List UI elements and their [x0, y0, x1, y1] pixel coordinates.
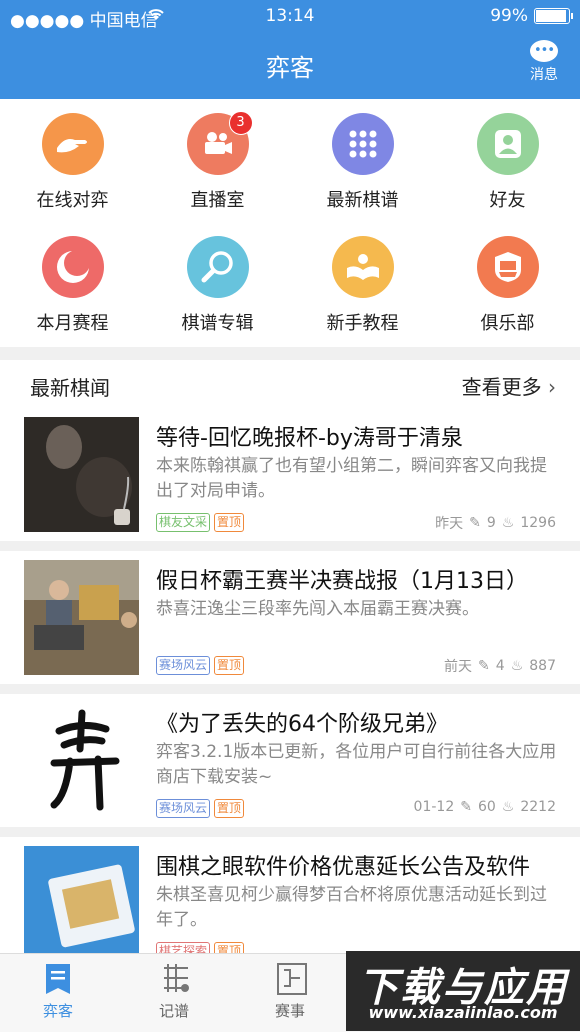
- pinned-tag: 置顶: [214, 513, 245, 532]
- messages-button[interactable]: 消息: [520, 40, 568, 84]
- tab-yike[interactable]: 弈客: [0, 954, 116, 1021]
- flame-icon: ♨: [501, 799, 515, 815]
- news-title: 假日杯霸王赛半决赛战报（1月13日）: [156, 569, 528, 594]
- watermark-url: www.xiazaiinlao.com: [368, 1003, 558, 1022]
- view-count: 1296: [520, 515, 556, 531]
- grid-label: 直播室: [190, 190, 245, 211]
- grid-item-live-room[interactable]: 3 直播室: [145, 111, 290, 212]
- news-title: 围棋之眼软件价格优惠延长公告及软件: [156, 855, 531, 880]
- grid-item-latest-records[interactable]: 最新棋谱: [290, 113, 435, 212]
- person-icon: [476, 113, 539, 175]
- news-meta: 前天 ✎ 4 ♨ 887: [444, 656, 556, 676]
- news-meta: 昨天 ✎ 9 ♨ 1296: [435, 513, 556, 533]
- watermark-logo: 下载与应用 www.xiazaiinlao.com: [346, 951, 580, 1031]
- moon-icon: [41, 236, 104, 298]
- news-summary: 恭喜汪逸尘三段率先闯入本届霸王赛决赛。: [156, 599, 479, 619]
- news-meta: 01-12 ✎ 60 ♨ 2212: [414, 799, 556, 815]
- pencil-icon: ✎: [469, 515, 481, 531]
- news-thumbnail-teapot: [24, 417, 139, 532]
- news-section-header: 最新棋闻 查看更多 ›: [0, 360, 580, 409]
- category-tag: 棋友文采: [156, 513, 211, 532]
- view-more-label: 查看更多: [461, 375, 542, 399]
- pinned-tag: 置顶: [214, 799, 245, 818]
- reading-book-icon: [331, 236, 394, 298]
- battery-icon: [534, 8, 573, 24]
- shield-icon: [476, 236, 539, 298]
- view-more-link[interactable]: 查看更多 ›: [462, 371, 556, 400]
- chat-bubble-icon: [530, 40, 558, 62]
- comment-count: 60: [477, 799, 496, 815]
- notification-badge: 3: [228, 111, 253, 135]
- tab-events[interactable]: 赛事: [232, 954, 348, 1021]
- tab-label: 弈客: [42, 1002, 73, 1020]
- news-thumbnail-app-screen: [24, 846, 139, 953]
- battery-percent: 99%: [490, 6, 528, 26]
- news-thumbnail-players: [24, 560, 139, 675]
- hand-icon: [41, 113, 104, 175]
- grid-label: 在线对弈: [36, 190, 109, 211]
- news-item[interactable]: 等待-回忆晚报杯-by涛哥于清泉 本来陈翰祺赢了也有望小组第二，瞬间弈客又向我提…: [0, 408, 580, 541]
- news-summary: 弈客3.2.1版本已更新，各位用户可自行前往各大应用商店下载安装~: [156, 742, 557, 787]
- news-title: 《为了丢失的64个阶级兄弟》: [156, 712, 448, 737]
- page-title: 弈客: [266, 54, 314, 82]
- pencil-icon: ✎: [478, 658, 490, 674]
- comment-count: 4: [495, 658, 505, 674]
- grid-label: 俱乐部: [480, 313, 535, 334]
- view-count: 2212: [520, 799, 556, 815]
- grid-label: 棋谱专辑: [181, 313, 254, 334]
- grid-label: 最新棋谱: [326, 190, 399, 211]
- grid-item-record-albums[interactable]: 棋谱专辑: [145, 236, 290, 335]
- go-board-icon: [160, 962, 189, 996]
- category-tag: 赛场风云: [156, 799, 211, 818]
- news-item[interactable]: 《为了丢失的64个阶级兄弟》 弈客3.2.1版本已更新，各位用户可自行前往各大应…: [0, 694, 580, 827]
- battery-status: 99%: [490, 6, 573, 26]
- messages-label: 消息: [530, 67, 558, 83]
- post-time: 昨天: [435, 516, 464, 532]
- chevron-right-icon: ›: [548, 375, 556, 399]
- view-count: 887: [529, 658, 556, 674]
- comment-count: 9: [486, 515, 496, 531]
- magnifier-icon: [186, 236, 249, 298]
- section-title: 最新棋闻: [30, 376, 110, 400]
- category-tag: 棋艺探索: [156, 942, 211, 953]
- grid-label: 本月赛程: [36, 313, 109, 334]
- pinned-tag: 置顶: [214, 656, 245, 675]
- news-summary: 朱棋圣喜见柯少赢得梦百合杯将原优惠活动延长到过年了。: [156, 885, 547, 930]
- bracket-icon: [276, 962, 307, 996]
- grid-item-monthly-schedule[interactable]: 本月赛程: [0, 236, 145, 335]
- news-thumbnail-calligraphy: [24, 703, 139, 818]
- tab-label: 记谱: [158, 1002, 189, 1020]
- flame-icon: ♨: [510, 658, 524, 674]
- flame-icon: ♨: [501, 515, 515, 531]
- grid-item-online-play[interactable]: 在线对弈: [0, 113, 145, 212]
- grid-label: 新手教程: [326, 313, 399, 334]
- news-title: 等待-回忆晚报杯-by涛哥于清泉: [156, 426, 463, 451]
- grid-item-club[interactable]: 俱乐部: [435, 236, 580, 335]
- grid-item-beginner-tutorial[interactable]: 新手教程: [290, 236, 435, 335]
- news-summary: 本来陈翰祺赢了也有望小组第二，瞬间弈客又向我提出了对局申请。: [156, 456, 547, 501]
- grid-item-friends[interactable]: 好友: [435, 113, 580, 212]
- news-item[interactable]: 围棋之眼软件价格优惠延长公告及软件 朱棋圣喜见柯少赢得梦百合杯将原优惠活动延长到…: [0, 837, 580, 953]
- bookmark-icon: [44, 962, 72, 996]
- pencil-icon: ✎: [460, 799, 472, 815]
- status-bar: ●●●●● 中国电信 13:14 99%: [0, 6, 580, 31]
- category-tag: 赛场风云: [156, 656, 211, 675]
- news-item[interactable]: 假日杯霸王赛半决赛战报（1月13日） 恭喜汪逸尘三段率先闯入本届霸王赛决赛。 赛…: [0, 551, 580, 684]
- grid-label: 好友: [489, 190, 526, 211]
- post-time: 01-12: [413, 799, 455, 815]
- app-header: ●●●●● 中国电信 13:14 99% 弈客 消息: [0, 0, 580, 99]
- tab-label: 赛事: [274, 1002, 305, 1020]
- dots-grid-icon: [331, 113, 394, 175]
- tab-record[interactable]: 记谱: [116, 954, 232, 1021]
- video-camera-icon: 3: [186, 111, 253, 175]
- post-time: 前天: [444, 659, 473, 675]
- shortcut-grid: 在线对弈 3 直播室 最新棋谱 好友 本月赛程 棋谱专辑 新手教程 俱乐部: [0, 99, 580, 347]
- pinned-tag: 置顶: [214, 942, 245, 953]
